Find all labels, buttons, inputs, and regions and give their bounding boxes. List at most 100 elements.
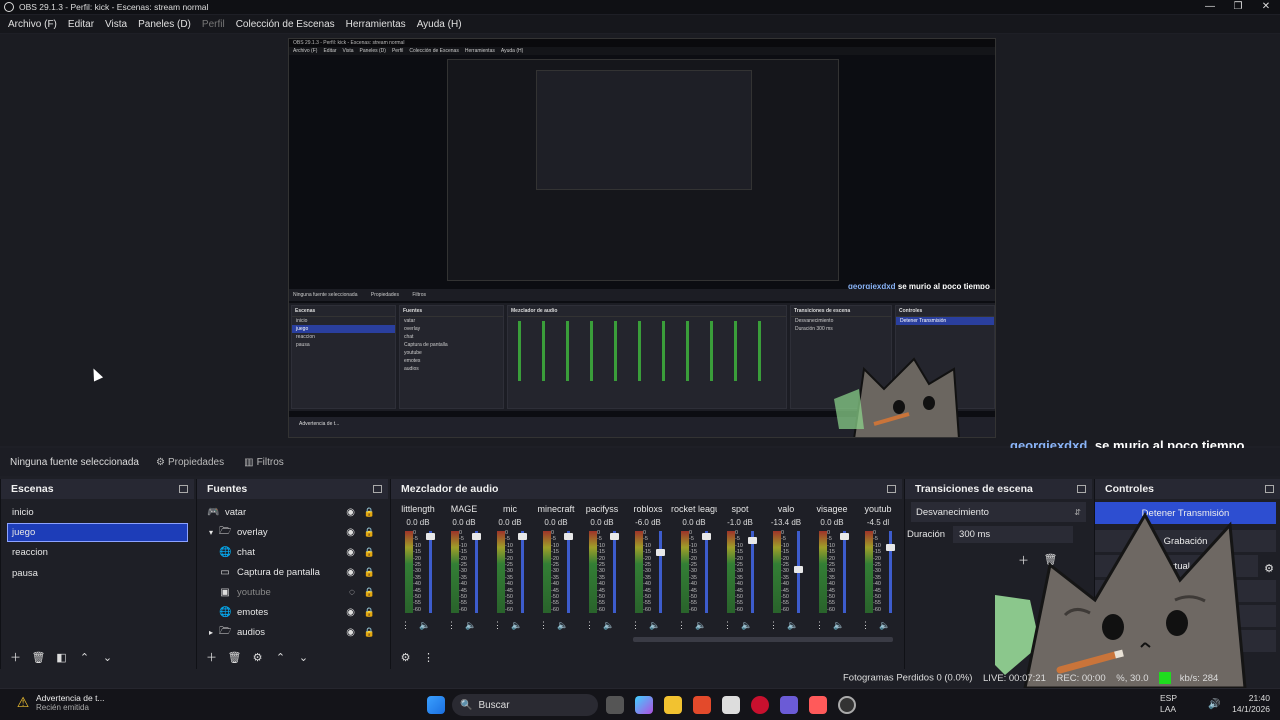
trash-icon[interactable]: 🗑 (30, 649, 47, 666)
speaker-icon[interactable]: 🔈 (833, 620, 844, 631)
speaker-icon[interactable]: 🔈 (557, 620, 568, 631)
undock-icon[interactable] (373, 485, 382, 493)
volume-fader[interactable] (659, 531, 662, 613)
fader-knob[interactable] (426, 532, 435, 540)
eye-icon[interactable]: ◌ (349, 587, 355, 598)
eye-icon[interactable]: ◉ (346, 567, 355, 578)
store-icon[interactable] (722, 696, 740, 714)
fader-knob[interactable] (748, 536, 757, 544)
move-down-button[interactable]: ⌄ (295, 649, 312, 666)
speaker-icon[interactable]: 🔈 (741, 620, 752, 631)
task-view-icon[interactable] (606, 696, 624, 714)
undock-icon[interactable] (179, 485, 188, 493)
fader-knob[interactable] (840, 532, 849, 540)
channel-menu-icon[interactable]: ⋮ (861, 620, 870, 631)
volume-fader[interactable] (429, 531, 432, 613)
valorant-icon[interactable] (809, 696, 827, 714)
speaker-icon[interactable]: 🔈 (419, 620, 430, 631)
fader-knob[interactable] (472, 532, 481, 540)
fader-knob[interactable] (656, 549, 665, 557)
eye-icon[interactable]: ◉ (346, 507, 355, 518)
eye-icon[interactable]: ◉ (346, 627, 355, 638)
program-preview[interactable]: OBS 29.1.3 - Perfil: kick - Escenas: str… (288, 38, 996, 438)
expand-icon[interactable]: ▾ (209, 528, 219, 537)
teams-icon[interactable] (780, 696, 798, 714)
volume-fader[interactable] (475, 531, 478, 613)
undock-icon[interactable] (1265, 485, 1274, 493)
menu-item[interactable]: Paneles (D) (138, 19, 191, 30)
channel-menu-icon[interactable]: ⋮ (815, 620, 824, 631)
source-item[interactable]: ▸ 🗁 audios ◉ 🔒 (197, 622, 388, 642)
file-explorer-icon[interactable] (664, 696, 682, 714)
lock-icon[interactable]: 🔒 (364, 627, 375, 638)
volume-fader[interactable] (613, 531, 616, 613)
source-item[interactable]: ▭ Captura de pantalla ◉ 🔒 (197, 562, 388, 582)
more-icon[interactable]: ⋮ (420, 649, 437, 666)
speaker-icon[interactable]: 🔊 (1208, 699, 1220, 710)
taskbar-search[interactable]: 🔍 Buscar (452, 694, 598, 716)
speaker-icon[interactable]: 🔈 (603, 620, 614, 631)
expand-icon[interactable]: ▸ (209, 628, 219, 637)
language-indicator[interactable]: ESP LAA (1160, 693, 1177, 715)
filters-icon[interactable]: ◧ (53, 649, 70, 666)
fader-knob[interactable] (886, 544, 895, 552)
speaker-icon[interactable]: 🔈 (649, 620, 660, 631)
clock[interactable]: 21:40 14/1/2026 (1232, 693, 1270, 715)
speaker-icon[interactable]: 🔈 (695, 620, 706, 631)
fader-knob[interactable] (610, 532, 619, 540)
menu-item[interactable]: Archivo (F) (8, 19, 57, 30)
speaker-icon[interactable]: 🔈 (511, 620, 522, 631)
add-source-button[interactable]: ＋ (203, 649, 220, 666)
fader-knob[interactable] (702, 532, 711, 540)
source-item[interactable]: ▾ 🗁 overlay ◉ 🔒 (197, 522, 388, 542)
add-scene-button[interactable]: ＋ (7, 649, 24, 666)
scene-item[interactable]: reaccion (1, 542, 194, 563)
speaker-icon[interactable]: 🔈 (879, 620, 890, 631)
speaker-icon[interactable]: 🔈 (465, 620, 476, 631)
channel-menu-icon[interactable]: ⋮ (401, 620, 410, 631)
move-up-button[interactable]: ⌃ (272, 649, 289, 666)
properties-button[interactable]: ⚙ Propiedades (152, 455, 228, 470)
channel-menu-icon[interactable]: ⋮ (723, 620, 732, 631)
lock-icon[interactable]: 🔒 (364, 567, 375, 578)
channel-menu-icon[interactable]: ⋮ (493, 620, 502, 631)
volume-fader[interactable] (705, 531, 708, 613)
source-item[interactable]: 🌐 emotes ◉ 🔒 (197, 602, 388, 622)
notification-toast[interactable]: ⚠ Advertencia de t... Recién emitida (14, 693, 105, 712)
scene-item[interactable]: juego (7, 523, 188, 542)
lock-icon[interactable]: 🔒 (364, 607, 375, 618)
menu-item[interactable]: Perfil (202, 19, 225, 30)
source-item[interactable]: ▣ youtube ◌ 🔒 (197, 582, 388, 602)
gear-icon[interactable]: ⚙ (249, 649, 266, 666)
undock-icon[interactable] (1077, 485, 1086, 493)
channel-menu-icon[interactable]: ⋮ (677, 620, 686, 631)
eye-icon[interactable]: ◉ (346, 547, 355, 558)
obs-taskbar-icon[interactable] (838, 696, 856, 714)
windows-start-icon[interactable] (427, 696, 445, 714)
lock-icon[interactable]: 🔒 (364, 507, 375, 518)
copilot-icon[interactable] (635, 696, 653, 714)
scene-item[interactable]: pausa (1, 563, 194, 584)
scene-item[interactable]: inicio (1, 502, 194, 523)
channel-menu-icon[interactable]: ⋮ (769, 620, 778, 631)
volume-fader[interactable] (521, 531, 524, 613)
channel-menu-icon[interactable]: ⋮ (631, 620, 640, 631)
speaker-icon[interactable]: 🔈 (787, 620, 798, 631)
undock-icon[interactable] (887, 485, 896, 493)
menu-item[interactable]: Editar (68, 19, 94, 30)
eye-icon[interactable]: ◉ (346, 607, 355, 618)
menu-item[interactable]: Herramientas (346, 19, 406, 30)
volume-fader[interactable] (843, 531, 846, 613)
fader-knob[interactable] (794, 566, 803, 574)
minimize-button[interactable]: — (1196, 0, 1224, 14)
move-up-button[interactable]: ⌃ (76, 649, 93, 666)
lock-icon[interactable]: 🔒 (364, 587, 375, 598)
fader-knob[interactable] (564, 532, 573, 540)
filters-button[interactable]: ▥ Filtros (240, 455, 288, 470)
source-item[interactable]: 🌐 chat ◉ 🔒 (197, 542, 388, 562)
fader-knob[interactable] (518, 532, 527, 540)
move-down-button[interactable]: ⌄ (99, 649, 116, 666)
close-button[interactable]: ✕ (1252, 0, 1280, 14)
eye-icon[interactable]: ◉ (346, 527, 355, 538)
trash-icon[interactable]: 🗑 (226, 649, 243, 666)
